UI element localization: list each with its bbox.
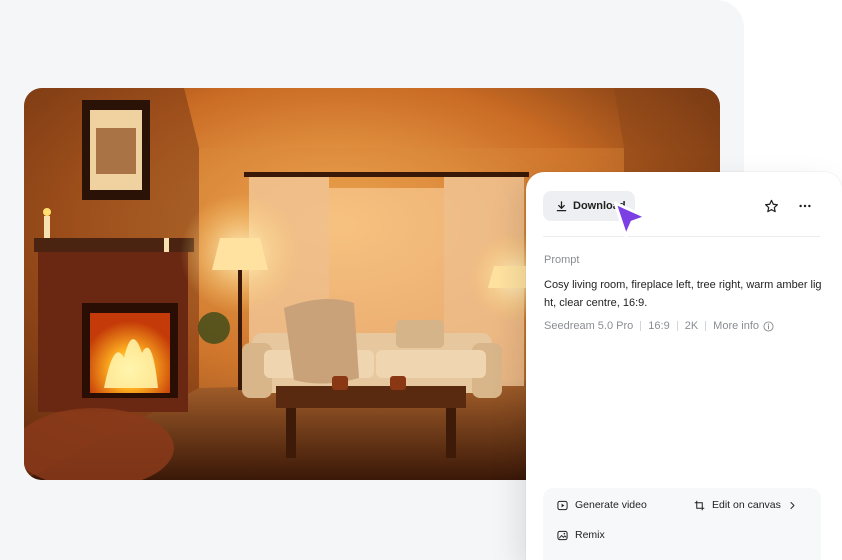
prompt-label: Prompt xyxy=(544,254,580,266)
meta-separator xyxy=(676,321,678,331)
aspect-ratio: 16:9 xyxy=(648,320,670,332)
chevron-right-icon xyxy=(790,501,795,509)
generation-meta: Seedream 5.0 Pro 16:9 2K More info xyxy=(544,320,774,332)
more-info-link[interactable]: More info xyxy=(713,320,774,332)
crop-icon xyxy=(694,500,705,510)
info-icon xyxy=(763,320,774,332)
more-options-button[interactable] xyxy=(794,195,816,217)
model-name: Seedream 5.0 Pro xyxy=(544,320,634,332)
more-dots-icon xyxy=(799,204,811,208)
edit-on-canvas-label: Edit on canvas xyxy=(712,499,781,511)
prompt-text: Cosy living room, fireplace left, tree r… xyxy=(544,279,822,309)
action-menu: Generate video Edit on canvas Remix xyxy=(543,488,821,560)
star-icon xyxy=(764,199,778,212)
image-remix-icon xyxy=(557,530,568,540)
play-icon xyxy=(557,500,568,510)
download-label: Download xyxy=(573,200,626,212)
resolution: 2K xyxy=(684,320,699,332)
image-details-panel: Download Prompt Cosy living room, firepl… xyxy=(526,172,842,560)
remix-label: Remix xyxy=(575,529,605,541)
remix-button[interactable]: Remix xyxy=(557,529,605,541)
edit-on-canvas-button[interactable]: Edit on canvas xyxy=(694,499,797,511)
generate-video-button[interactable]: Generate video xyxy=(557,499,647,511)
download-button[interactable]: Download xyxy=(543,191,635,221)
more-info-label: More info xyxy=(713,320,760,332)
generate-video-label: Generate video xyxy=(575,499,647,511)
header-divider xyxy=(543,236,820,237)
meta-separator xyxy=(705,321,707,331)
meta-separator xyxy=(640,321,642,331)
download-icon xyxy=(556,200,567,211)
favorite-button[interactable] xyxy=(760,195,782,217)
